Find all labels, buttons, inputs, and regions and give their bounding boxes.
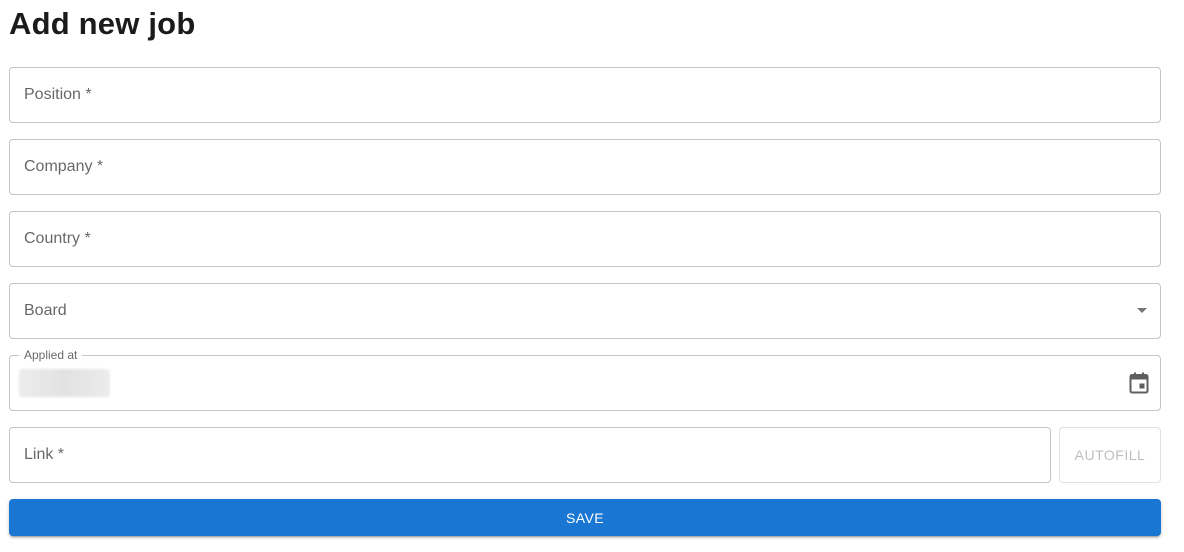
position-input[interactable]	[10, 68, 1160, 122]
applied-at-label: Applied at	[19, 348, 83, 362]
calendar-icon[interactable]	[1129, 372, 1149, 394]
country-input[interactable]	[10, 212, 1160, 266]
applied-at-redacted-value	[19, 369, 110, 397]
company-input[interactable]	[10, 140, 1160, 194]
country-field[interactable]: Country *	[9, 211, 1161, 267]
page-title: Add new job	[9, 6, 196, 41]
link-field[interactable]: Link *	[9, 427, 1051, 483]
autofill-button[interactable]: AUTOFILL	[1059, 427, 1161, 483]
chevron-down-icon[interactable]	[1137, 308, 1147, 313]
link-input[interactable]	[10, 428, 1050, 482]
applied-at-field[interactable]: Applied at	[9, 348, 1161, 411]
save-button[interactable]: SAVE	[9, 499, 1161, 536]
company-field[interactable]: Company *	[9, 139, 1161, 195]
board-label: Board	[24, 302, 67, 319]
position-field[interactable]: Position *	[9, 67, 1161, 123]
board-select[interactable]: Board	[9, 283, 1161, 339]
